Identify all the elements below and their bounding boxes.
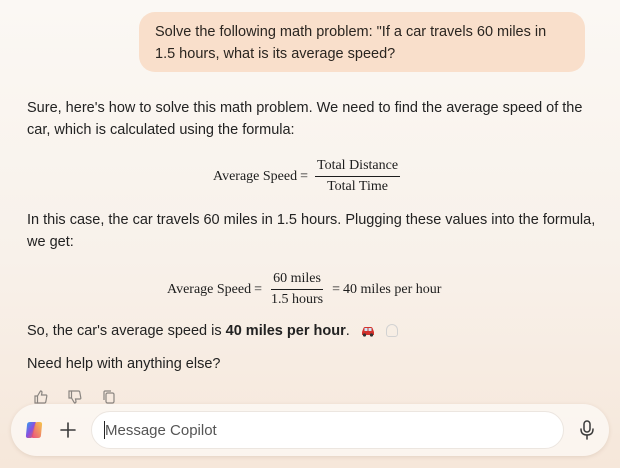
- formula-fraction: Total Distance Total Time: [315, 157, 401, 196]
- formula-lhs: Average Speed: [213, 168, 298, 184]
- formula-calculation: Average Speed = 60 miles 1.5 hours = 40 …: [167, 270, 441, 309]
- reply-paragraph-3: So, the car's average speed is 40 miles …: [27, 320, 597, 344]
- reply-paragraph-4: Need help with anything else?: [27, 356, 221, 372]
- car-emoji-icon: [360, 322, 376, 344]
- formula-numerator: Total Distance: [315, 157, 401, 177]
- user-message-text: Solve the following math problem: "If a …: [155, 24, 547, 62]
- answer-bold: 40 miles per hour: [225, 323, 346, 339]
- thumbs-up-icon[interactable]: [33, 389, 49, 405]
- answer-prefix: So, the car's average speed is: [27, 323, 226, 339]
- calc-equals: =: [254, 281, 262, 297]
- calc-numerator: 60 miles: [271, 270, 323, 290]
- user-message-bubble: Solve the following math problem: "If a …: [139, 12, 585, 72]
- reply-paragraph-1: Sure, here's how to solve this math prob…: [27, 100, 583, 138]
- formula-average-speed: Average Speed = Total Distance Total Tim…: [213, 157, 404, 196]
- copilot-logo-icon[interactable]: [23, 419, 45, 441]
- formula-denominator: Total Time: [327, 179, 388, 194]
- thumbs-down-icon[interactable]: [67, 389, 83, 405]
- answer-suffix: .: [345, 323, 350, 339]
- calc-equals-2: =: [332, 281, 341, 297]
- microphone-icon[interactable]: [578, 419, 596, 441]
- reply-paragraph-2: In this case, the car travels 60 miles i…: [27, 212, 596, 250]
- calc-lhs: Average Speed: [167, 281, 252, 297]
- add-attachment-button[interactable]: [57, 419, 79, 441]
- text-caret: [104, 421, 105, 439]
- stopwatch-emoji-icon: [385, 324, 398, 337]
- message-actions: [33, 389, 117, 405]
- calc-denominator: 1.5 hours: [271, 292, 324, 307]
- calc-result: 40 miles per hour: [343, 281, 442, 297]
- copy-icon[interactable]: [101, 389, 117, 405]
- calc-fraction: 60 miles 1.5 hours: [269, 270, 325, 309]
- formula-equals: =: [300, 168, 308, 184]
- message-input[interactable]: [91, 411, 564, 449]
